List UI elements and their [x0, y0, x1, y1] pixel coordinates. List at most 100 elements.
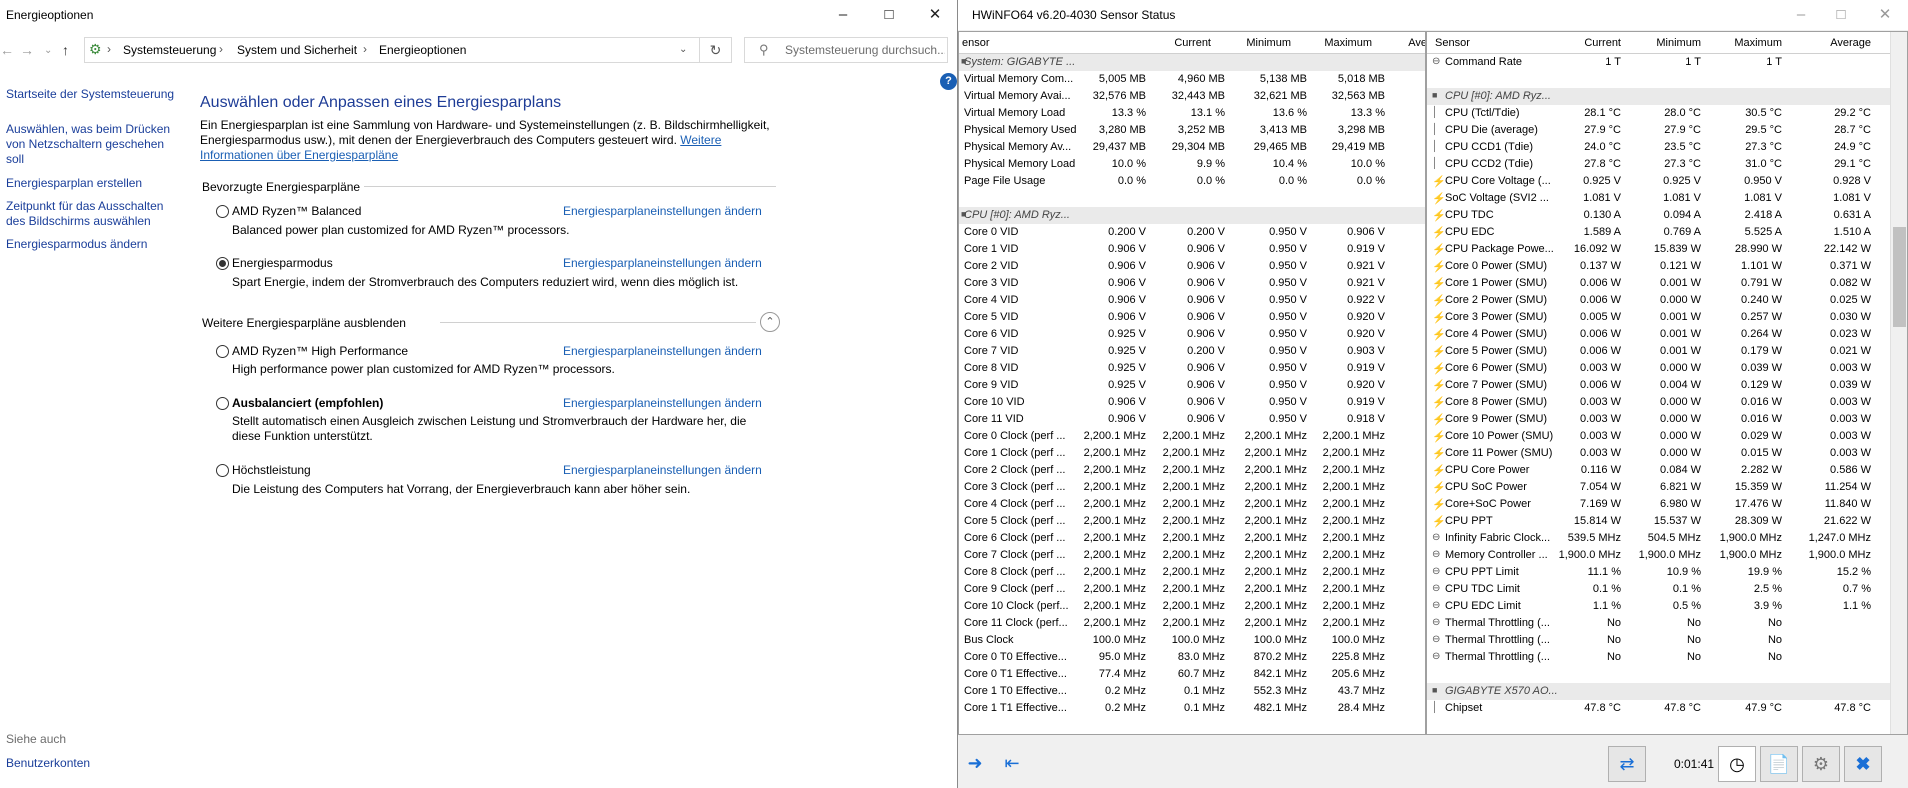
maximize-button[interactable]: □ — [1818, 0, 1864, 30]
sensor-row[interactable]: Core 3 VID 0.906 V 0.906 V 0.950 V 0.921 V — [959, 275, 1425, 292]
sensor-group-row[interactable]: ■ CPU [#0]: AMD Ryz... — [1427, 88, 1907, 105]
search-input[interactable]: Systemsteuerung durchsuch... — [785, 43, 945, 57]
hidden-plans-header[interactable]: Weitere Energiesparpläne ausblenden — [202, 316, 406, 330]
scrollbar[interactable] — [1890, 32, 1907, 734]
sensor-row[interactable]: ⚡ Core 0 Power (SMU) 0.137 W 0.121 W 1.101 W… — [1427, 258, 1907, 275]
sensor-row[interactable]: ⚡ Core 11 Power (SMU) 0.003 W 0.000 W 0.015 … — [1427, 445, 1907, 462]
close-button[interactable]: ✕ — [1862, 0, 1908, 30]
plan-settings-link[interactable]: Energiesparplaneinstellungen ändern — [563, 204, 762, 218]
sensor-row[interactable]: Core 0 T1 Effective... 77.4 MHz 60.7 MHz 84… — [959, 666, 1425, 683]
collapse-chevron-icon[interactable]: ⌃ — [760, 312, 780, 332]
plan-radio-ausbalanciert[interactable] — [216, 397, 229, 410]
sensor-row[interactable]: ⊖ Infinity Fabric Clock... 539.5 MHz 504.5 … — [1427, 530, 1907, 547]
sensor-row[interactable]: Physical Memory Av... 29,437 MB 29,304 MB 2… — [959, 139, 1425, 156]
sensor-row[interactable]: ⚡ SoC Voltage (SVI2 ... 1.081 V 1.081 V 1.08… — [1427, 190, 1907, 207]
sensor-row[interactable]: Core 9 Clock (perf ... 2,200.1 MHz 2,200.1… — [959, 581, 1425, 598]
sensor-row[interactable]: ⊖ Memory Controller ... 1,900.0 MHz 1,900.0… — [1427, 547, 1907, 564]
sensor-pane-left[interactable]: ensor Current Minimum Maximum Average ■S… — [958, 31, 1426, 735]
sensor-row[interactable]: ⊖ CPU EDC Limit 1.1 % 0.5 % 3.9 % 1.1 % — [1427, 598, 1907, 615]
sensor-row[interactable]: ⊖ CPU TDC Limit 0.1 % 0.1 % 2.5 % 0.7 % — [1427, 581, 1907, 598]
sensor-row[interactable]: ⊖ Command Rate 1 T1 T1 T — [1427, 54, 1907, 71]
nav-power-buttons[interactable]: Auswählen, was beim Drücken von Netzscha… — [6, 122, 176, 167]
address-box[interactable]: ⚙ › Systemsteuerung › System und Sicherh… — [84, 37, 700, 63]
sensor-row[interactable]: Core 10 VID 0.906 V 0.906 V 0.950 V 0.919 V — [959, 394, 1425, 411]
close-button[interactable]: ✕ — [912, 0, 958, 30]
sensor-pane-right[interactable]: Sensor Current Minimum Maximum Average ⊖… — [1426, 31, 1908, 735]
col-average[interactable]: Average — [1771, 37, 1871, 49]
sensor-row[interactable]: Core 7 Clock (perf ... 2,200.1 MHz 2,200.1… — [959, 547, 1425, 564]
col-sensor[interactable]: Sensor — [1435, 37, 1470, 49]
dropdown-chevron-icon[interactable]: ⌄ — [679, 44, 687, 55]
col-sensor[interactable]: ensor — [962, 37, 990, 49]
sensor-row[interactable]: Core 1 Clock (perf ... 2,200.1 MHz 2,200.1… — [959, 445, 1425, 462]
recent-chevron-icon[interactable]: ⌄ — [44, 45, 52, 56]
help-icon[interactable]: ? — [940, 73, 957, 90]
sensor-row[interactable] — [1427, 666, 1907, 683]
sensor-row[interactable]: ⚡ Core 9 Power (SMU) 0.003 W 0.000 W 0.016 W… — [1427, 411, 1907, 428]
nav-sleep[interactable]: Energiesparmodus ändern — [6, 237, 176, 252]
col-maximum[interactable]: Maximum — [1682, 37, 1782, 49]
sensor-row[interactable]: Virtual Memory Com... 5,005 MB 4,960 MB 5,1… — [959, 71, 1425, 88]
sensor-group-row[interactable]: ■ System: GIGABYTE ... — [959, 54, 1425, 71]
sensor-row[interactable]: ⊖ CPU PPT Limit 11.1 % 10.9 % 19.9 % 15.2 % — [1427, 564, 1907, 581]
sensor-row[interactable]: Core 0 Clock (perf ... 2,200.1 MHz 2,200.1… — [959, 428, 1425, 445]
sensor-row[interactable]: ⊖ Thermal Throttling (... No No No — [1427, 615, 1907, 632]
sensor-row[interactable]: ⚡ Core 2 Power (SMU) 0.006 W 0.000 W 0.240 W… — [1427, 292, 1907, 309]
sensor-row[interactable]: ⚡ Core+SoC Power 7.169 W 6.980 W 17.476 W 11.… — [1427, 496, 1907, 513]
sensor-row[interactable]: ⚡ CPU SoC Power 7.054 W 6.821 W 15.359 W 11.2… — [1427, 479, 1907, 496]
sensor-row[interactable]: │ CPU (Tctl/Tdie) 28.1 °C 28.0 °C 30.5 °C 29.… — [1427, 105, 1907, 122]
sensor-row[interactable]: Core 5 VID 0.906 V 0.906 V 0.950 V 0.920 V — [959, 309, 1425, 326]
sensor-row[interactable]: Physical Memory Used 3,280 MB 3,252 MB 3,41… — [959, 122, 1425, 139]
network-icon[interactable]: ⇄ — [1608, 746, 1646, 782]
breadcrumb-system-sicherheit[interactable]: System und Sicherheit — [237, 43, 357, 57]
sensor-row[interactable]: Core 8 VID 0.925 V 0.906 V 0.950 V 0.919 V — [959, 360, 1425, 377]
sensor-row[interactable]: ⚡ CPU TDC 0.130 A 0.094 A 2.418 A 0.631 A — [1427, 207, 1907, 224]
breadcrumb-energieoptionen[interactable]: Energieoptionen — [379, 43, 466, 57]
sensor-row[interactable]: Physical Memory Load 10.0 % 9.9 % 10.4 % 10.… — [959, 156, 1425, 173]
sensor-row[interactable]: Core 4 Clock (perf ... 2,200.1 MHz 2,200.1… — [959, 496, 1425, 513]
maximize-button[interactable]: □ — [866, 0, 912, 30]
sensor-row[interactable]: Core 2 Clock (perf ... 2,200.1 MHz 2,200.1… — [959, 462, 1425, 479]
sensor-row[interactable]: Core 6 VID 0.925 V 0.906 V 0.950 V 0.920 V — [959, 326, 1425, 343]
nav-home[interactable]: Startseite der Systemsteuerung — [6, 87, 186, 102]
sensor-group-row[interactable]: ■ CPU [#0]: AMD Ryz... — [959, 207, 1425, 224]
sensor-row[interactable]: │ Chipset 47.8 °C 47.8 °C 47.9 °C 47.8 °C — [1427, 700, 1907, 717]
scrollbar-thumb[interactable] — [1893, 227, 1906, 327]
breadcrumb-systemsteuerung[interactable]: Systemsteuerung — [123, 43, 216, 57]
refresh-button[interactable]: ↻ — [700, 37, 732, 63]
log-file-icon[interactable]: 📄 — [1760, 746, 1798, 782]
close-x-icon[interactable]: ✖ — [1844, 746, 1882, 782]
sensor-row[interactable]: Core 11 VID 0.906 V 0.906 V 0.950 V 0.918 V — [959, 411, 1425, 428]
plan-settings-link[interactable]: Energiesparplaneinstellungen ändern — [563, 256, 762, 270]
nav-create-plan[interactable]: Energiesparplan erstellen — [6, 176, 176, 191]
plan-radio-energiesparmodus[interactable] — [216, 257, 229, 270]
sensor-group-row[interactable]: ■ GIGABYTE X570 AO... — [1427, 683, 1907, 700]
minimize-button[interactable]: – — [820, 0, 866, 30]
sensor-row[interactable]: Virtual Memory Avai... 32,576 MB 32,443 MB… — [959, 88, 1425, 105]
plan-radio-hoechstleistung[interactable] — [216, 464, 229, 477]
sensor-row[interactable]: ⚡ Core 8 Power (SMU) 0.003 W 0.000 W 0.016 W… — [1427, 394, 1907, 411]
sensor-row[interactable]: Virtual Memory Load 13.3 % 13.1 % 13.6 % 13.… — [959, 105, 1425, 122]
sensor-row[interactable] — [1427, 71, 1907, 88]
nav-left-arrow-icon[interactable]: ⇤ — [992, 746, 1032, 782]
sensor-row[interactable]: Core 11 Clock (perf... 2,200.1 MHz 2,200.1… — [959, 615, 1425, 632]
sensor-row[interactable]: Core 6 Clock (perf ... 2,200.1 MHz 2,200.1… — [959, 530, 1425, 547]
sensor-row[interactable]: Core 0 T0 Effective... 95.0 MHz 83.0 MHz 87… — [959, 649, 1425, 666]
plan-radio-ryzen-high[interactable] — [216, 345, 229, 358]
sensor-row[interactable]: ⊖ Thermal Throttling (... No No No — [1427, 632, 1907, 649]
sensor-row[interactable]: ⚡ Core 3 Power (SMU) 0.005 W 0.001 W 0.257 W… — [1427, 309, 1907, 326]
up-icon[interactable]: ↑ — [62, 42, 69, 58]
sensor-row[interactable]: ⚡ Core 7 Power (SMU) 0.006 W 0.004 W 0.129 W… — [1427, 377, 1907, 394]
sensor-row[interactable]: ⚡ CPU Core Voltage (... 0.925 V 0.925 V 0.95… — [1427, 173, 1907, 190]
sensor-row[interactable]: Core 5 Clock (perf ... 2,200.1 MHz 2,200.1… — [959, 513, 1425, 530]
plan-settings-link[interactable]: Energiesparplaneinstellungen ändern — [563, 396, 762, 410]
sensor-row[interactable]: │ CPU Die (average) 27.9 °C 27.9 °C 29.5 °C 2… — [1427, 122, 1907, 139]
sensor-row[interactable]: Core 9 VID 0.925 V 0.906 V 0.950 V 0.920 V — [959, 377, 1425, 394]
nav-right-arrow-icon[interactable]: ➜ — [960, 746, 990, 782]
nav-display-off[interactable]: Zeitpunkt für das Ausschalten des Bildsc… — [6, 199, 176, 229]
settings-gear-icon[interactable]: ⚙ — [1802, 746, 1840, 782]
sensor-row[interactable]: ⚡ Core 10 Power (SMU) 0.003 W 0.000 W 0.029 … — [1427, 428, 1907, 445]
back-icon[interactable]: ← — [0, 42, 14, 58]
sensor-row[interactable]: ⚡ CPU EDC 1.589 A 0.769 A 5.525 A 1.510 A — [1427, 224, 1907, 241]
sensor-row[interactable]: │ CPU CCD1 (Tdie) 24.0 °C 23.5 °C 27.3 °C 24.… — [1427, 139, 1907, 156]
